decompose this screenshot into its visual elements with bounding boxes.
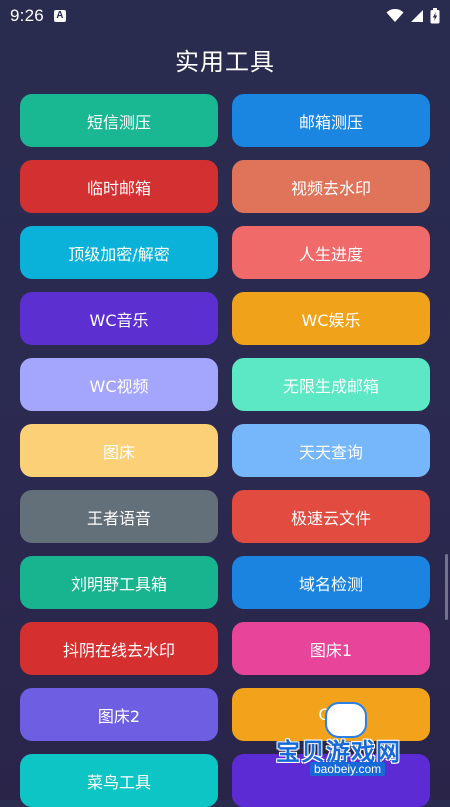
tool-button[interactable]: 抖阴在线去水印 — [20, 622, 218, 675]
tool-button-label: 无限生成邮箱 — [282, 376, 379, 396]
tool-button[interactable]: 图床2 — [20, 688, 218, 741]
signal-icon — [411, 10, 423, 22]
tool-button[interactable]: 人生进度 — [232, 226, 430, 279]
tool-button[interactable]: 图床1 — [232, 622, 430, 675]
tool-button-label: 图床1 — [309, 640, 353, 660]
tool-button-label: WC音乐 — [89, 310, 149, 330]
tool-button[interactable]: 极速云文件 — [232, 490, 430, 543]
status-bar: 9:26 A — [0, 0, 450, 32]
tool-button[interactable]: 临时邮箱 — [20, 160, 218, 213]
tool-button-label: 视频去水印 — [290, 178, 371, 198]
tool-button[interactable]: WC娱乐 — [232, 292, 430, 345]
status-left: 9:26 A — [10, 6, 66, 26]
battery-charging-icon — [430, 8, 440, 24]
tool-button[interactable]: WC视频 — [20, 358, 218, 411]
tool-button[interactable]: 天天查询 — [232, 424, 430, 477]
tool-button[interactable]: 刘明野工具箱 — [20, 556, 218, 609]
tool-button-label: WC视频 — [89, 376, 149, 396]
tool-button-label: 短信测压 — [86, 112, 151, 132]
wifi-icon — [386, 9, 404, 22]
tool-button[interactable]: 顶级加密/解密 — [20, 226, 218, 279]
page-title: 实用工具 — [175, 48, 275, 76]
tool-button[interactable]: 无限生成邮箱 — [232, 358, 430, 411]
a-icon: A — [53, 10, 66, 22]
status-icons — [386, 8, 440, 24]
tool-button-label: 人生进度 — [298, 244, 363, 264]
tool-button-label: 王者语音 — [86, 508, 151, 528]
scrollbar[interactable] — [445, 554, 448, 620]
tool-button-label: 邮箱测压 — [298, 112, 363, 132]
tool-button-label: 极速云文件 — [290, 508, 371, 528]
status-time: 9:26 — [10, 6, 44, 25]
tool-button[interactable]: 域名检测 — [232, 556, 430, 609]
tool-button-label: 菜鸟工具 — [86, 772, 151, 792]
tool-button-label: 图床 — [102, 442, 135, 462]
tool-button[interactable]: 图床 — [20, 424, 218, 477]
tool-grid: 短信测压 邮箱测压临时邮箱 视频去水印顶级加密/解密 人生进度 WC音乐 WC娱乐 WC视频… — [20, 94, 430, 807]
tool-button-label: WC娱乐 — [301, 310, 361, 330]
tool-button-label: 天天查询 — [298, 442, 363, 462]
tool-button[interactable] — [232, 754, 430, 807]
tool-button[interactable]: 短信测压 — [20, 94, 218, 147]
tool-button-label: QQ — [318, 705, 344, 724]
tool-button-label: 抖阴在线去水印 — [62, 640, 175, 660]
tool-button-label: 域名检测 — [298, 574, 363, 594]
tool-button-label: 图床2 — [97, 706, 141, 726]
tool-button[interactable]: 王者语音 — [20, 490, 218, 543]
tool-button[interactable]: 菜鸟工具 — [20, 754, 218, 807]
tool-button[interactable]: 视频去水印 — [232, 160, 430, 213]
tool-button[interactable]: 邮箱测压 — [232, 94, 430, 147]
tool-button-label: 顶级加密/解密 — [68, 244, 170, 264]
tool-button[interactable]: WC音乐 — [20, 292, 218, 345]
tool-button-label: 刘明野工具箱 — [70, 574, 167, 594]
tool-button-label: 临时邮箱 — [86, 178, 151, 198]
tool-button[interactable]: QQ — [232, 688, 430, 741]
